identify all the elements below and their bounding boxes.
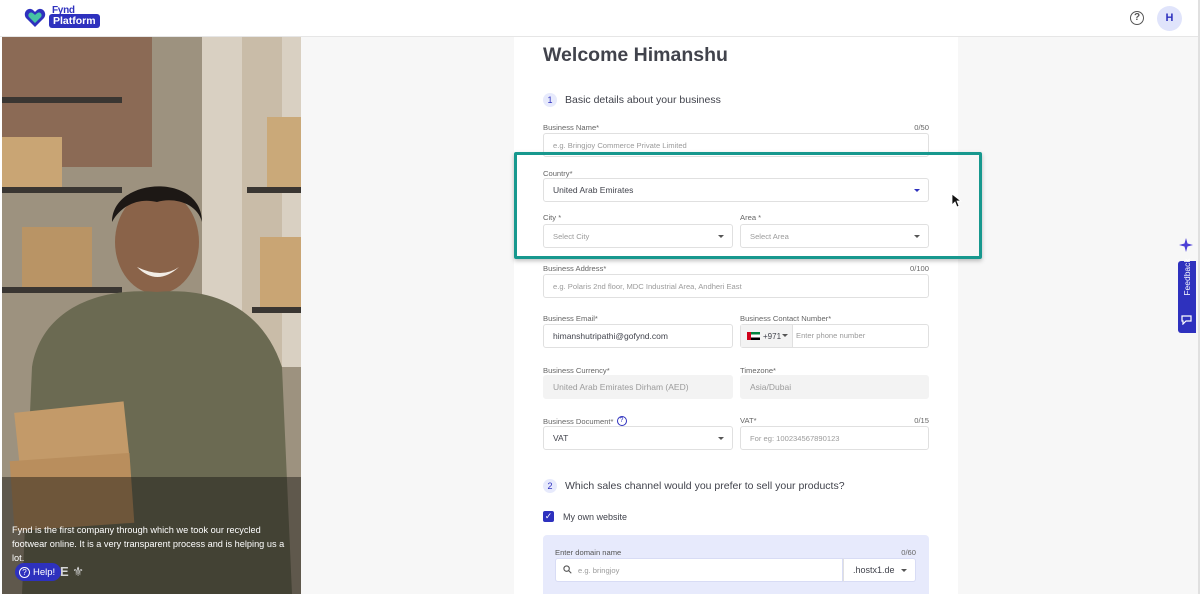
domain-label: Enter domain name: [555, 548, 622, 557]
vat-label: VAT*: [740, 416, 757, 425]
business-name-label: Business Name*: [543, 123, 600, 132]
mouse-cursor-icon: [952, 194, 962, 208]
hero-image-panel: Fynd is the first company through which …: [2, 37, 301, 594]
help-button[interactable]: ? Help!: [15, 563, 62, 581]
own-website-label: My own website: [563, 512, 628, 522]
chevron-down-icon: [782, 334, 788, 337]
contact-number-label: Business Contact Number*: [740, 314, 832, 323]
country-code-select[interactable]: +971: [741, 325, 793, 347]
business-address-input[interactable]: e.g. Polaris 2nd floor, MDC Industrial A…: [543, 274, 929, 298]
business-document-label-text: Business Document*: [543, 416, 614, 426]
business-name-counter: 0/50: [914, 123, 929, 132]
step-2-heading: 2 Which sales channel would you prefer t…: [543, 479, 845, 493]
vat-counter: 0/15: [914, 416, 929, 425]
business-email-label: Business Email*: [543, 314, 598, 323]
step-number: 2: [543, 479, 557, 493]
logo-text: Fynd Platform: [49, 5, 105, 30]
contact-number-input[interactable]: +971 Enter phone number: [740, 324, 929, 348]
question-icon: ?: [19, 566, 30, 578]
step-number: 1: [543, 93, 557, 107]
business-currency-field: United Arab Emirates Dirham (AED): [543, 375, 733, 399]
country-code: +971: [763, 331, 782, 341]
search-icon: [563, 565, 572, 574]
top-bar: Fynd Platform ? H: [0, 0, 1200, 37]
heart-logo-icon: [24, 8, 46, 27]
timezone-label: Timezone*: [740, 366, 777, 375]
domain-suffix-select[interactable]: .hostx1.de: [843, 558, 916, 582]
avatar[interactable]: H: [1157, 6, 1182, 31]
uae-flag-icon: [747, 332, 760, 340]
step-label: Which sales channel would you prefer to …: [565, 480, 845, 492]
business-address-counter: 0/100: [909, 264, 929, 273]
chevron-down-icon: [718, 437, 724, 440]
feedback-bubble-icon: [1181, 315, 1192, 325]
business-currency-label: Business Currency*: [543, 366, 610, 375]
testimonial-quote: Fynd is the first company through which …: [12, 525, 285, 563]
help-button-label: Help!: [33, 566, 56, 578]
domain-suffix-value: .hostx1.de: [853, 565, 895, 575]
logo-platform-text: Platform: [49, 14, 100, 28]
highlight-box: [514, 152, 982, 259]
business-document-label: Business Document* ?: [543, 416, 627, 426]
step-1-heading: 1 Basic details about your business: [543, 93, 721, 107]
vat-input[interactable]: For eg: 100234567890123: [740, 426, 929, 450]
step-label: Basic details about your business: [565, 94, 721, 106]
feedback-label: Feedback: [1182, 258, 1192, 296]
fynd-platform-logo[interactable]: Fynd Platform: [24, 5, 105, 30]
business-email-input[interactable]: himanshutripathi@gofynd.com: [543, 324, 733, 348]
chevron-down-icon: [901, 569, 907, 572]
info-icon[interactable]: ?: [616, 416, 627, 426]
help-icon[interactable]: ?: [1130, 11, 1144, 25]
brand-logos: E ⚜: [60, 564, 84, 579]
brand-mark-text: E: [60, 564, 69, 579]
page-title: Welcome Himanshu: [543, 44, 728, 66]
domain-counter: 0/60: [901, 548, 916, 557]
timezone-field: Asia/Dubai: [740, 375, 929, 399]
business-document-select[interactable]: VAT: [543, 426, 733, 450]
business-document-value: VAT: [553, 433, 569, 443]
own-website-checkbox[interactable]: ✓: [543, 511, 554, 522]
phone-placeholder: Enter phone number: [796, 331, 866, 340]
hero-photo-illustration: [2, 37, 301, 594]
business-address-label: Business Address*: [543, 264, 607, 273]
domain-input[interactable]: e.g. bringjoy: [555, 558, 843, 582]
